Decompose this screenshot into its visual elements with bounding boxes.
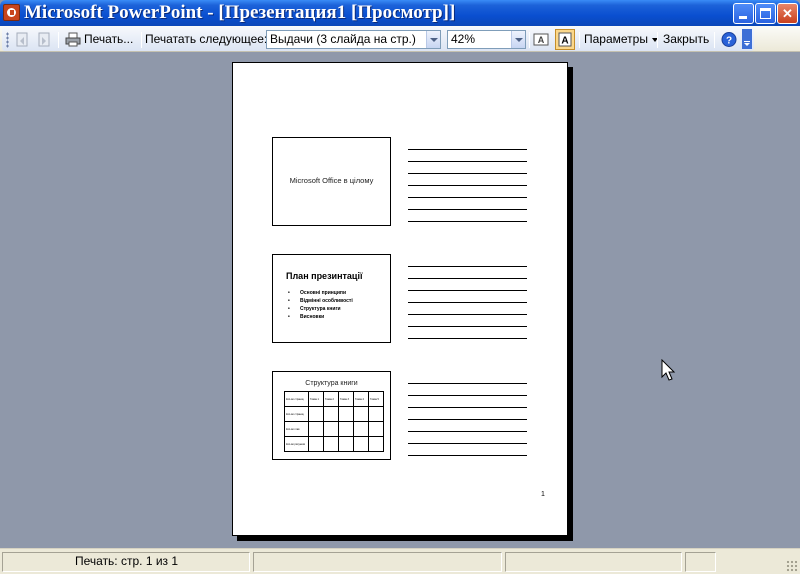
status-page-text: Печать: стр. 1 из 1 <box>75 554 179 568</box>
page-number: 1 <box>541 491 545 498</box>
maximize-button[interactable] <box>755 3 776 24</box>
chevron-down-icon[interactable] <box>511 31 525 48</box>
next-page-icon[interactable] <box>35 31 53 48</box>
minimize-icon <box>739 16 747 19</box>
pure-black-white-icon[interactable]: A <box>555 29 575 50</box>
previous-page-icon[interactable] <box>14 31 32 48</box>
toolbar-grip[interactable] <box>6 32 9 48</box>
options-menu[interactable]: Параметры <box>584 31 658 47</box>
printer-icon[interactable] <box>64 31 82 48</box>
slide-2-bullets: Основні принципи Відмінні особливості Ст… <box>288 289 353 321</box>
toolbar-separator <box>657 32 658 48</box>
svg-text:A: A <box>538 35 545 45</box>
zoom-dropdown[interactable]: 42% <box>447 30 526 49</box>
notes-lines-2 <box>408 266 527 350</box>
slide-thumbnail-3: Структура книги Кол-во страниц Глава 1 Г… <box>272 371 391 460</box>
window-title: Microsoft PowerPoint - [Презентация1 [Пр… <box>24 2 456 23</box>
list-item: Структура книги <box>288 305 353 313</box>
table-cell: Глава 1 <box>308 391 324 407</box>
options-label: Параметры <box>584 32 648 46</box>
print-preview-page: Microsoft Office в цілому План презинтац… <box>232 62 568 536</box>
toolbar-options-chevron-icon[interactable] <box>742 29 752 49</box>
list-item: Висновки <box>288 313 353 321</box>
table-cell <box>368 421 384 437</box>
toolbar-separator <box>141 32 142 48</box>
table-cell <box>323 421 339 437</box>
table-cell <box>308 436 324 452</box>
table-cell: Глава 5 <box>368 391 384 407</box>
table-cell: Глава 2 <box>323 391 339 407</box>
table-cell <box>338 421 354 437</box>
print-what-value: Выдачи (3 слайда на стр.) <box>270 32 416 46</box>
table-cell: Глава 4 <box>353 391 369 407</box>
table-cell <box>308 406 324 422</box>
mouse-cursor-icon <box>661 359 676 381</box>
toolbar-strip: Печать... Печатать следующее: Выдачи (3 … <box>2 27 754 51</box>
table-cell <box>353 406 369 422</box>
svg-text:?: ? <box>726 36 732 47</box>
table-cell <box>353 436 369 452</box>
notes-lines-1 <box>408 149 527 233</box>
table-row: Кол-во страниц Глава 1 Глава 2 Глава 3 Г… <box>284 391 384 407</box>
slide-3-table: Кол-во страниц Глава 1 Глава 2 Глава 3 Г… <box>284 391 384 452</box>
table-cell <box>323 406 339 422</box>
table-cell <box>368 436 384 452</box>
slide-2-title: План презинтації <box>286 271 363 281</box>
title-bar: Microsoft PowerPoint - [Презентация1 [Пр… <box>0 0 800 26</box>
minimize-button[interactable] <box>733 3 754 24</box>
list-item: Відмінні особливості <box>288 297 353 305</box>
table-cell <box>338 436 354 452</box>
table-cell <box>323 436 339 452</box>
table-cell <box>353 421 369 437</box>
table-row: Кол-во страниц <box>284 406 384 422</box>
svg-text:A: A <box>561 36 568 47</box>
print-button[interactable]: Печать... <box>84 31 133 47</box>
table-cell <box>338 406 354 422</box>
table-cell <box>368 406 384 422</box>
table-cell: Кол-во рисунков <box>284 436 309 452</box>
list-item: Основні принципи <box>288 289 353 297</box>
toolbar-separator <box>58 32 59 48</box>
grayscale-icon[interactable]: A <box>532 31 550 48</box>
table-cell: Кол-во страниц <box>284 406 309 422</box>
resize-grip-icon[interactable] <box>786 560 798 572</box>
table-row: Кол-во рисунков <box>284 436 384 452</box>
maximize-icon <box>760 8 771 19</box>
toolbar-separator <box>579 32 580 48</box>
status-panel <box>505 552 682 572</box>
close-preview-button[interactable]: Закрыть <box>663 31 709 47</box>
toolbar-separator <box>529 32 530 48</box>
print-what-label: Печатать следующее: <box>145 32 268 46</box>
slide-thumbnail-2: План презинтації Основні принципи Відмін… <box>272 254 391 343</box>
notes-lines-3 <box>408 383 527 467</box>
help-icon[interactable]: ? <box>720 31 738 48</box>
close-window-button[interactable]: ✕ <box>777 3 798 24</box>
chevron-down-icon[interactable] <box>426 31 440 48</box>
print-what-dropdown[interactable]: Выдачи (3 слайда на стр.) <box>266 30 441 49</box>
table-cell <box>308 421 324 437</box>
close-icon: ✕ <box>782 6 793 21</box>
toolbar-separator <box>714 32 715 48</box>
status-panel <box>685 552 716 572</box>
table-cell: Кол-во глав <box>284 421 309 437</box>
table-cell: Глава 3 <box>338 391 354 407</box>
powerpoint-app-icon[interactable] <box>3 4 20 21</box>
print-preview-toolbar: Печать... Печатать следующее: Выдачи (3 … <box>0 26 800 52</box>
status-bar: Печать: стр. 1 из 1 <box>0 548 800 574</box>
status-panel <box>253 552 502 572</box>
slide-1-title: Microsoft Office в цілому <box>289 176 374 185</box>
slide-thumbnail-1: Microsoft Office в цілому <box>272 137 391 226</box>
slide-3-title: Структура книги <box>305 380 358 387</box>
table-cell: Кол-во страниц <box>284 391 309 407</box>
zoom-value: 42% <box>451 32 476 46</box>
table-row: Кол-во глав <box>284 421 384 437</box>
